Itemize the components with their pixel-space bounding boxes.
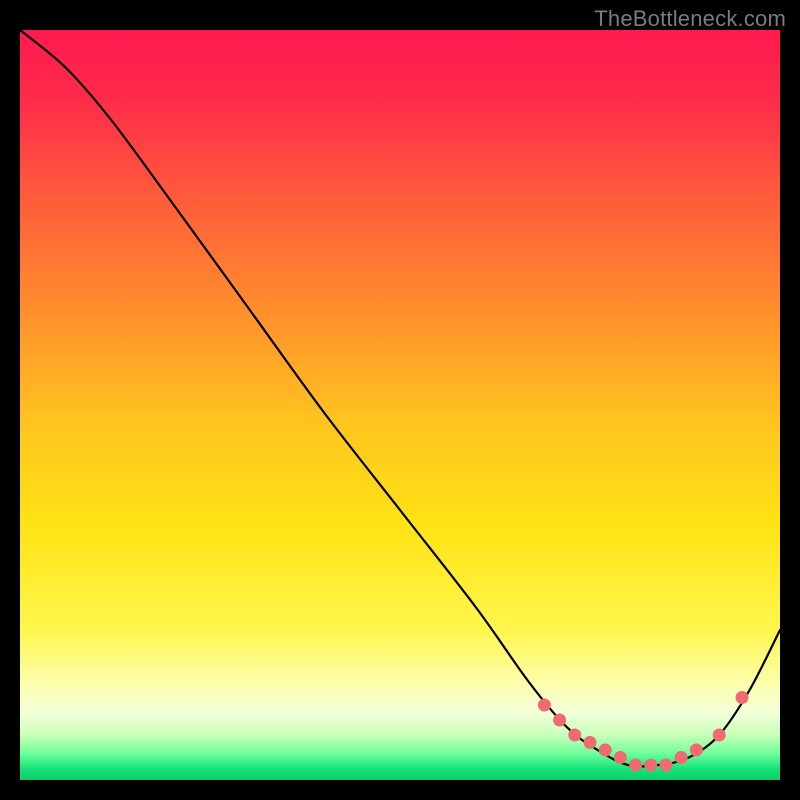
curve-marker: [690, 744, 702, 756]
curve-marker: [538, 699, 550, 711]
bottleneck-curve-plot: [20, 30, 780, 780]
curve-marker: [630, 759, 642, 771]
curve-marker: [675, 752, 687, 764]
curve-marker: [554, 714, 566, 726]
curve-marker: [713, 729, 725, 741]
curve-marker: [660, 759, 672, 771]
chart-container: TheBottleneck.com: [0, 0, 800, 800]
curve-marker: [736, 692, 748, 704]
curve-marker: [614, 752, 626, 764]
gradient-background: [20, 30, 780, 780]
curve-marker: [569, 729, 581, 741]
curve-marker: [584, 737, 596, 749]
curve-marker: [599, 744, 611, 756]
attribution-text: TheBottleneck.com: [594, 6, 786, 32]
curve-marker: [645, 759, 657, 771]
